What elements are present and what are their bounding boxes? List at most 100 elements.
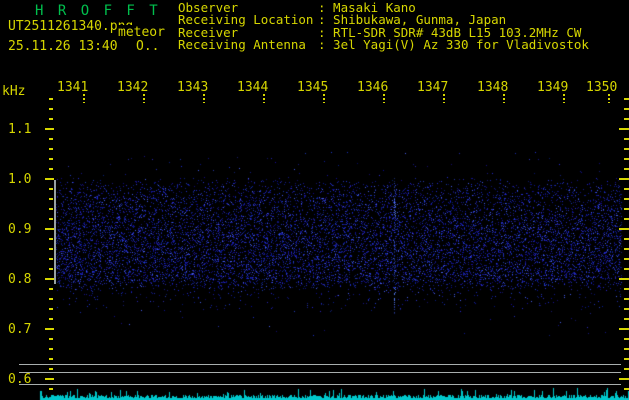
y-axis-minor-tick-right (624, 258, 629, 260)
y-axis-minor-tick (49, 268, 53, 270)
info-row-label: Receiving Antenna (178, 37, 306, 53)
y-axis-major-tick (45, 328, 54, 330)
y-axis-minor-tick (49, 318, 53, 320)
y-axis-minor-tick-right (624, 388, 629, 390)
y-axis-major-tick-right (619, 278, 629, 280)
x-axis-tick (383, 94, 385, 103)
y-axis-minor-tick-right (624, 98, 629, 100)
y-axis-minor-tick-right (624, 348, 629, 350)
band-edge-marker (54, 180, 56, 284)
y-axis-minor-tick (49, 298, 53, 300)
x-axis-label: 1349 (537, 80, 569, 95)
x-axis-label: 1350 (586, 80, 618, 95)
x-axis-label: 1345 (297, 80, 329, 95)
y-axis-minor-tick (49, 348, 53, 350)
y-axis-minor-tick (49, 238, 53, 240)
y-axis-label: 0.6 (8, 372, 32, 387)
x-axis-tick (143, 94, 145, 103)
y-axis-label: 0.9 (8, 222, 32, 237)
y-axis-minor-tick-right (624, 248, 629, 250)
y-axis-unit: kHz (2, 84, 26, 99)
output-filename: UT2511261340.png (8, 19, 134, 34)
y-axis-minor-tick (49, 388, 53, 390)
x-axis-label: 1347 (417, 80, 449, 95)
y-axis-minor-tick-right (624, 338, 629, 340)
spectrogram-canvas (0, 0, 629, 400)
x-axis-label: 1341 (57, 80, 89, 95)
y-axis-minor-tick-right (624, 218, 629, 220)
observer-info-block: Observer: Masaki Kano Receiving Location:… (178, 1, 589, 53)
y-axis-minor-tick (49, 338, 53, 340)
y-axis-minor-tick (49, 358, 53, 360)
y-axis-major-tick (45, 178, 54, 180)
y-axis-major-tick-right (619, 178, 629, 180)
y-axis-minor-tick (49, 258, 53, 260)
x-axis-tick (83, 94, 85, 103)
y-axis-minor-tick-right (624, 318, 629, 320)
y-axis-minor-tick (49, 98, 53, 100)
y-axis-minor-tick-right (624, 188, 629, 190)
y-axis-label: 0.8 (8, 272, 32, 287)
y-axis-major-tick (45, 278, 54, 280)
reference-line-3 (19, 384, 621, 385)
y-axis-minor-tick-right (624, 158, 629, 160)
y-axis-minor-tick-right (624, 138, 629, 140)
x-axis-label: 1342 (117, 80, 149, 95)
x-axis-tick (263, 94, 265, 103)
x-axis-tick (608, 94, 610, 103)
x-axis-label: 1348 (477, 80, 509, 95)
app-title: H R O F F T (35, 3, 161, 19)
y-axis-minor-tick (49, 218, 53, 220)
y-axis-minor-tick (49, 118, 53, 120)
y-axis-minor-tick (49, 288, 53, 290)
y-axis-major-tick (45, 228, 54, 230)
datetime-label: 25.11.26 13:40 (8, 39, 118, 54)
y-axis-minor-tick (49, 168, 53, 170)
y-axis-minor-tick (49, 188, 53, 190)
y-axis-minor-tick-right (624, 118, 629, 120)
y-axis-minor-tick (49, 138, 53, 140)
y-axis-minor-tick-right (624, 198, 629, 200)
y-axis-minor-tick-right (624, 358, 629, 360)
y-axis-minor-tick-right (624, 368, 629, 370)
y-axis-major-tick-right (619, 228, 629, 230)
y-axis-major-tick-right (619, 328, 629, 330)
y-axis-major-tick-right (619, 378, 629, 380)
x-axis-tick (503, 94, 505, 103)
y-axis-minor-tick-right (624, 238, 629, 240)
y-axis-minor-tick-right (624, 168, 629, 170)
x-axis-tick (203, 94, 205, 103)
y-axis-minor-tick-right (624, 148, 629, 150)
y-axis-minor-tick (49, 148, 53, 150)
y-axis-minor-tick (49, 248, 53, 250)
y-axis-minor-tick-right (624, 308, 629, 310)
y-axis-minor-tick (49, 198, 53, 200)
x-axis-label: 1343 (177, 80, 209, 95)
y-axis-minor-tick (49, 158, 53, 160)
x-axis-tick (323, 94, 325, 103)
reference-line-1 (19, 364, 621, 365)
x-axis-tick (443, 94, 445, 103)
y-axis-minor-tick (49, 368, 53, 370)
y-axis-minor-tick (49, 208, 53, 210)
y-axis-label: 1.0 (8, 172, 32, 187)
mode-label: meteor (117, 25, 166, 40)
y-axis-major-tick-right (619, 128, 629, 130)
info-row: Receiving Antenna : 3el Yagi(V) Az 330 fo… (178, 37, 589, 53)
counter-label: O.. (136, 39, 160, 54)
y-axis-minor-tick (49, 108, 53, 110)
y-axis-label: 0.7 (8, 322, 32, 337)
x-axis-label: 1344 (237, 80, 269, 95)
x-axis-label: 1346 (357, 80, 389, 95)
reference-line-2 (19, 372, 621, 373)
y-axis-major-tick (45, 128, 54, 130)
y-axis-label: 1.1 (8, 122, 32, 137)
y-axis-minor-tick-right (624, 268, 629, 270)
info-row-value: : 3el Yagi(V) Az 330 for Vladivostok (318, 37, 589, 53)
y-axis-minor-tick-right (624, 298, 629, 300)
y-axis-minor-tick-right (624, 108, 629, 110)
y-axis-major-tick (45, 378, 54, 380)
y-axis-minor-tick-right (624, 288, 629, 290)
y-axis-minor-tick (49, 308, 53, 310)
y-axis-minor-tick-right (624, 208, 629, 210)
